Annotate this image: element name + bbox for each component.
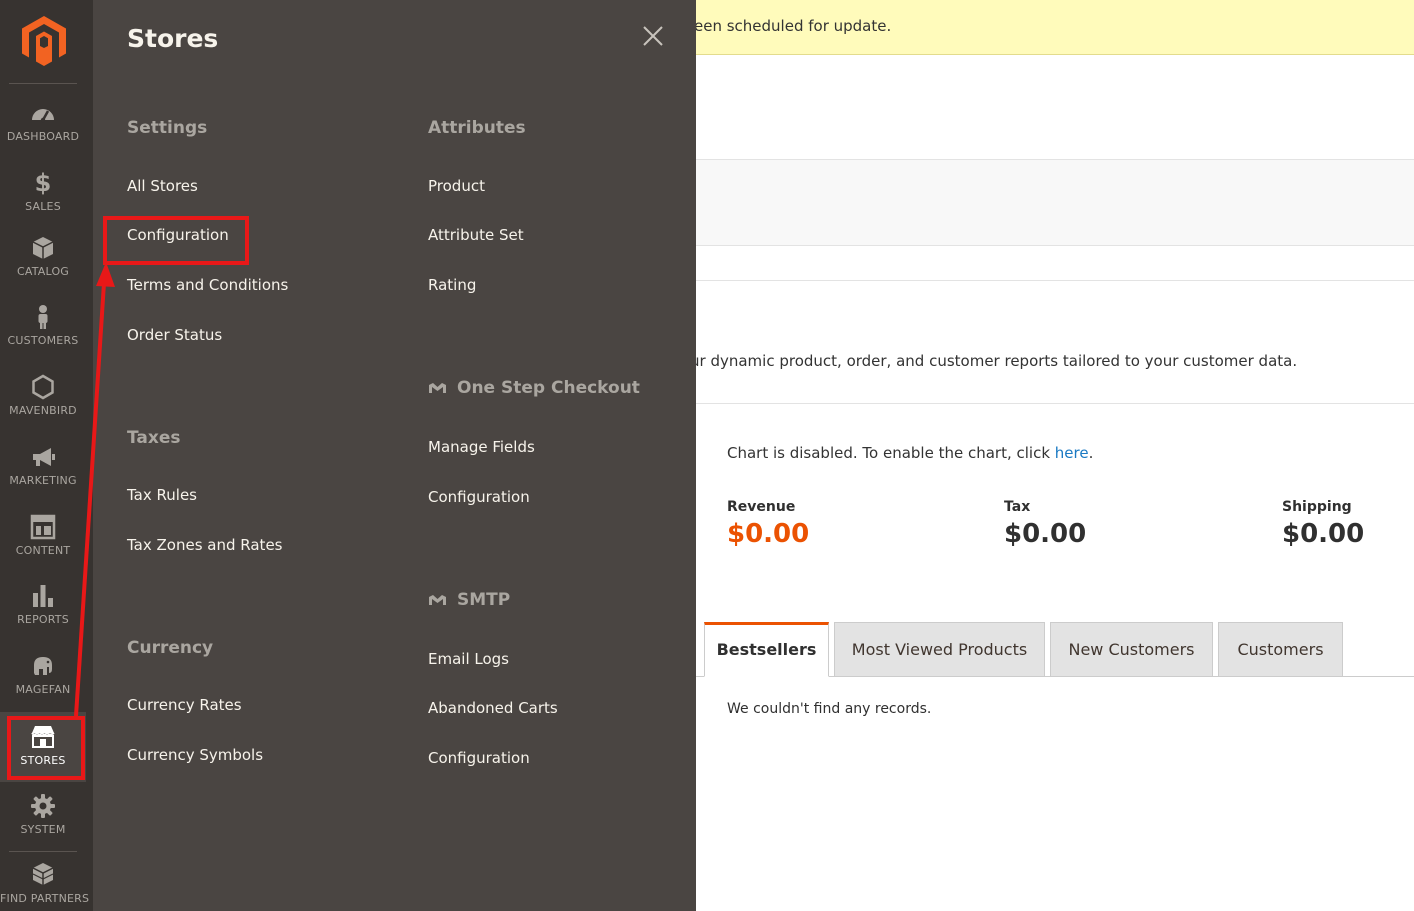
chart-disabled-text: Chart is disabled. To enable the chart, … [727,444,1055,462]
tax-value: $0.00 [1004,519,1087,549]
module-icon [429,595,446,605]
notice-text: een scheduled for update. [696,17,892,35]
divider [9,83,77,84]
section-title-text: SMTP [457,590,511,610]
nav-marketing[interactable]: MARKETING [0,444,86,514]
section-title-currency: Currency [127,638,214,658]
stores-flyout-menu: Stores Settings All Stores Configuration… [93,0,696,911]
menu-link-attribute-set[interactable]: Attribute Set [428,226,524,244]
nav-label: MAVENBIRD [9,404,77,417]
revenue-label: Revenue [727,499,796,515]
nav-label: MAGEFAN [15,683,71,696]
nav-label: CATALOG [16,265,70,278]
tab-customers[interactable]: Customers [1218,622,1343,677]
section-title-text: One Step Checkout [457,378,640,398]
menu-link-osc-configuration[interactable]: Configuration [428,488,530,506]
chart-disabled-message: Chart is disabled. To enable the chart, … [727,444,1093,462]
section-title-attributes: Attributes [428,118,526,138]
admin-sidebar: DASHBOARD $ SALES CATALOG CUSTOMERS MAVE… [0,0,93,911]
close-icon[interactable] [641,24,665,48]
menu-link-configuration[interactable]: Configuration [127,226,229,244]
nav-dashboard[interactable]: DASHBOARD [0,100,86,170]
dollar-icon: $ [35,170,52,196]
nav-reports[interactable]: REPORTS [0,583,86,653]
menu-link-abandoned-carts[interactable]: Abandoned Carts [428,699,558,717]
cube-icon [32,237,54,259]
module-icon [429,383,446,393]
magento-logo[interactable] [22,16,66,66]
menu-link-currency-symbols[interactable]: Currency Symbols [127,746,263,764]
tab-bestsellers[interactable]: Bestsellers [704,622,829,677]
advanced-reporting-text: ur dynamic product, order, and customer … [696,352,1298,370]
boxes-icon [32,863,54,885]
divider [9,851,77,852]
nav-catalog[interactable]: CATALOG [0,235,86,305]
layout-icon [30,514,56,540]
nav-stores[interactable]: STORES [0,712,86,782]
nav-content[interactable]: CONTENT [0,514,86,584]
person-icon [38,305,48,329]
system-notice: een scheduled for update. [696,0,1414,55]
section-title-settings: Settings [127,118,208,138]
hexagon-icon [32,374,54,400]
bar-chart-icon [33,585,53,607]
menu-link-order-status[interactable]: Order Status [127,326,222,344]
menu-link-rating[interactable]: Rating [428,276,476,294]
tax-label: Tax [1004,499,1031,515]
svg-text:$: $ [35,170,52,196]
nav-label: SYSTEM [20,823,66,836]
menu-link-all-stores[interactable]: All Stores [127,177,198,195]
menu-link-terms-and-conditions[interactable]: Terms and Conditions [127,276,288,294]
menu-link-currency-rates[interactable]: Currency Rates [127,696,242,714]
section-title-smtp: SMTP [428,590,510,610]
nav-find-partners[interactable]: FIND PARTNERS [0,862,90,911]
nav-label: STORES [20,754,66,767]
dashboard-icon [32,109,54,123]
nav-label: CONTENT [15,544,71,557]
menu-link-product[interactable]: Product [428,177,485,195]
revenue-value: $0.00 [727,519,810,549]
page-actions-bar [696,159,1414,246]
megaphone-icon [33,448,55,466]
gear-icon [31,794,55,818]
nav-label: SALES [25,200,61,213]
menu-link-email-logs[interactable]: Email Logs [428,650,509,668]
menu-link-manage-fields[interactable]: Manage Fields [428,438,535,456]
section-title-one-step-checkout: One Step Checkout [428,378,640,398]
nav-label: CUSTOMERS [7,334,79,347]
enable-chart-link[interactable]: here [1055,444,1089,462]
nav-label: FIND PARTNERS [0,892,90,905]
menu-link-tax-zones-and-rates[interactable]: Tax Zones and Rates [127,536,283,554]
menu-link-tax-rules[interactable]: Tax Rules [127,486,197,504]
tab-most-viewed-products[interactable]: Most Viewed Products [834,622,1045,677]
tab-new-customers[interactable]: New Customers [1050,622,1213,677]
shipping-value: $0.00 [1282,519,1365,549]
nav-system[interactable]: SYSTEM [0,793,86,863]
empty-message: We couldn't find any records. [727,701,932,717]
storefront-icon [31,726,55,748]
menu-link-smtp-configuration[interactable]: Configuration [428,749,530,767]
nav-sales[interactable]: $ SALES [0,170,86,240]
elephant-icon [34,657,52,675]
nav-label: DASHBOARD [6,130,80,143]
nav-customers[interactable]: CUSTOMERS [0,304,86,374]
nav-label: MARKETING [9,474,77,487]
nav-mavenbird[interactable]: MAVENBIRD [0,374,86,444]
shipping-label: Shipping [1282,499,1352,515]
divider [696,280,1414,281]
section-title-taxes: Taxes [127,428,181,448]
dashboard-content: een scheduled for update. ur dynamic pro… [696,0,1414,911]
flyout-title: Stores [127,24,219,53]
nav-label: REPORTS [17,613,69,626]
divider [696,403,1414,404]
chart-period: . [1088,444,1094,462]
